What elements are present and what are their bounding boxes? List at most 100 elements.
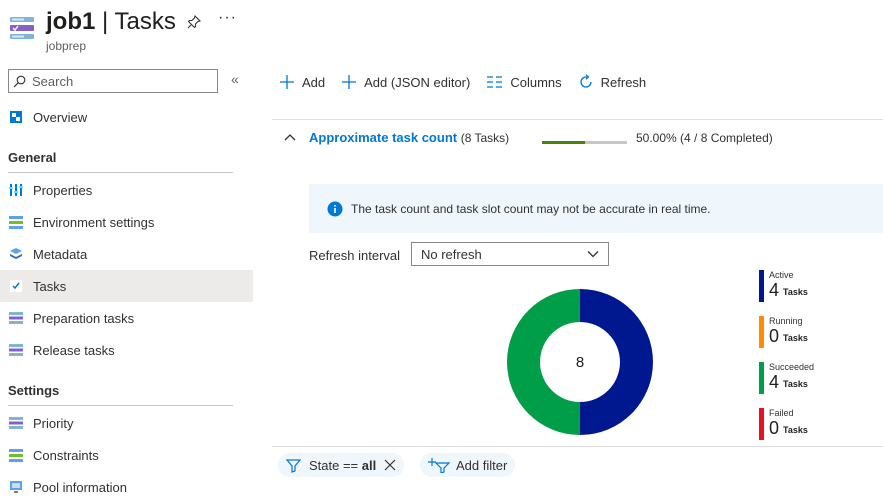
legend-state-name: Active — [769, 270, 794, 280]
sidebar-item-metadata[interactable]: Metadata — [0, 238, 253, 270]
section-divider — [8, 172, 233, 173]
task-count-subtitle: (8 Tasks) — [460, 131, 510, 145]
legend-state-name: Running — [769, 316, 803, 326]
sidebar-item-pool-information[interactable]: Pool information — [0, 471, 253, 496]
columns-label: Columns — [510, 74, 562, 90]
remove-filter-close-icon[interactable] — [384, 459, 396, 471]
search-box[interactable] — [8, 69, 218, 93]
add-filter-label: Add filter — [456, 457, 508, 473]
completion-progress-bar — [542, 141, 627, 144]
sidebar-item-label: Constraints — [33, 447, 99, 463]
state-filter-prefix: State == — [309, 457, 362, 473]
collapse-sidebar-button[interactable]: « — [231, 71, 239, 87]
chevron-down-icon — [587, 250, 599, 258]
legend-state-count: 0 — [769, 326, 780, 346]
plus-icon — [341, 74, 357, 90]
properties-icon — [8, 182, 24, 198]
sidebar-item-label: Tasks — [33, 278, 67, 294]
sidebar-item-release-tasks[interactable]: Release tasks — [0, 334, 253, 366]
release-tasks-icon — [8, 342, 24, 358]
state-filter-value: all — [361, 457, 377, 473]
columns-icon — [486, 75, 503, 89]
command-bar: Add Add (JSON editor) Columns Refresh — [279, 70, 662, 94]
constraints-icon — [8, 447, 24, 463]
legend-state-name: Failed — [769, 408, 794, 418]
legend-item-succeeded[interactable]: Succeeded 4 Tasks — [759, 362, 879, 394]
add-json-editor-button[interactable]: Add (JSON editor) — [341, 74, 470, 90]
legend-state-unit: Tasks — [783, 287, 808, 297]
donut-center-label: 8 — [576, 354, 584, 371]
refresh-interval-dropdown[interactable]: No refresh — [411, 242, 609, 266]
tasks-icon — [8, 278, 24, 294]
legend-item-active[interactable]: Active 4 Tasks — [759, 270, 879, 302]
sidebar-item-overview[interactable]: Overview — [0, 101, 253, 133]
preparation-tasks-icon — [8, 310, 24, 326]
legend-state-count: 4 — [769, 280, 780, 300]
refresh-interval-value: No refresh — [421, 246, 482, 262]
metadata-icon — [8, 246, 24, 262]
add-filter-icon — [428, 457, 450, 473]
sidebar-item-label: Overview — [33, 109, 88, 125]
overview-icon — [8, 109, 24, 125]
legend-state-count: 0 — [769, 418, 780, 438]
title-page-name: Tasks — [114, 8, 176, 35]
info-icon — [327, 201, 343, 217]
pin-icon[interactable] — [186, 14, 202, 30]
legend-item-failed[interactable]: Failed 0 Tasks — [759, 408, 879, 440]
refresh-icon — [578, 74, 594, 90]
sidebar-item-tasks[interactable]: Tasks — [0, 270, 253, 302]
legend-state-unit: Tasks — [783, 333, 808, 343]
toolbar-divider — [272, 119, 883, 120]
sidebar-item-label: Environment settings — [33, 214, 155, 230]
chevron-up-icon[interactable] — [283, 130, 297, 144]
sidebar-item-priority[interactable]: Priority — [0, 407, 253, 439]
add-button[interactable]: Add — [279, 74, 325, 90]
sidebar-item-environment-settings[interactable]: Environment settings — [0, 206, 253, 238]
plus-icon — [279, 74, 295, 90]
legend-color-bar — [759, 270, 764, 302]
section-divider — [8, 405, 233, 406]
sidebar-item-properties[interactable]: Properties — [0, 174, 253, 206]
page-subtitle: jobprep — [46, 39, 87, 53]
sidebar-item-label: Pool information — [33, 479, 127, 495]
sidebar-item-label: Release tasks — [33, 342, 115, 358]
task-count-header: Approximate task count (8 Tasks) — [309, 130, 509, 145]
legend-item-running[interactable]: Running 0 Tasks — [759, 316, 879, 348]
task-state-donut-chart: 8 — [507, 289, 653, 435]
page-title: job1 | Tasks — [46, 8, 176, 36]
search-input[interactable] — [32, 73, 202, 89]
state-filter-pill[interactable]: State == all — [278, 453, 405, 477]
legend-color-bar — [759, 316, 764, 348]
legend-state-name: Succeeded — [769, 362, 815, 372]
legend-color-bar — [759, 408, 764, 440]
add-filter-button[interactable]: Add filter — [420, 453, 516, 477]
sidebar-item-label: Metadata — [33, 246, 88, 262]
sidebar-item-label: Properties — [33, 182, 93, 198]
state-filter-text: State == all — [309, 458, 376, 473]
legend-color-bar — [759, 362, 764, 394]
add-button-label: Add — [302, 74, 326, 90]
refresh-interval-label: Refresh interval — [309, 248, 401, 263]
task-count-link[interactable]: Approximate task count — [309, 130, 457, 145]
section-title-general: General — [8, 150, 57, 165]
sidebar-item-label: Preparation tasks — [33, 310, 135, 326]
title-job-name: job1 — [46, 8, 96, 35]
donut-slice-active — [580, 289, 653, 435]
legend-state-count: 4 — [769, 372, 780, 392]
legend-state-unit: Tasks — [783, 379, 808, 389]
columns-button[interactable]: Columns — [486, 74, 562, 90]
completion-progress-text: 50.00% (4 / 8 Completed) — [636, 131, 773, 145]
job-icon — [8, 14, 36, 42]
sidebar-item-constraints[interactable]: Constraints — [0, 439, 253, 471]
more-options-button[interactable]: ··· — [218, 9, 237, 27]
info-message-bar: The task count and task slot count may n… — [309, 184, 883, 233]
pool-information-icon — [8, 479, 24, 495]
section-title-settings: Settings — [8, 383, 60, 398]
search-icon — [13, 75, 26, 88]
environment-settings-icon — [8, 214, 24, 230]
refresh-button[interactable]: Refresh — [578, 74, 646, 90]
filter-divider — [272, 446, 883, 447]
sidebar-item-preparation-tasks[interactable]: Preparation tasks — [0, 302, 253, 334]
add-json-editor-label: Add (JSON editor) — [364, 74, 471, 90]
completion-progress-fill — [542, 141, 585, 144]
